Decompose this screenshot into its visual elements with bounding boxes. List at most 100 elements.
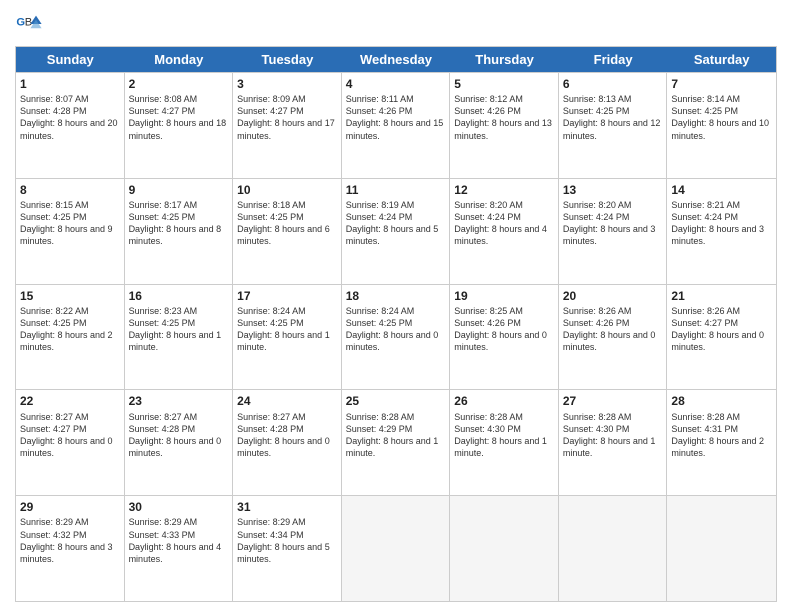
cal-week-1: 1Sunrise: 8:07 AMSunset: 4:28 PMDaylight…	[16, 72, 776, 178]
day-info: Sunrise: 8:22 AMSunset: 4:25 PMDaylight:…	[20, 305, 120, 354]
day-info: Sunrise: 8:28 AMSunset: 4:31 PMDaylight:…	[671, 411, 772, 460]
day-number: 5	[454, 76, 554, 92]
day-info: Sunrise: 8:24 AMSunset: 4:25 PMDaylight:…	[346, 305, 446, 354]
day-number: 20	[563, 288, 663, 304]
day-number: 28	[671, 393, 772, 409]
table-row	[667, 496, 776, 601]
day-info: Sunrise: 8:27 AMSunset: 4:28 PMDaylight:…	[237, 411, 337, 460]
day-number: 9	[129, 182, 229, 198]
day-number: 24	[237, 393, 337, 409]
day-info: Sunrise: 8:15 AMSunset: 4:25 PMDaylight:…	[20, 199, 120, 248]
day-number: 7	[671, 76, 772, 92]
logo: G B	[15, 10, 47, 38]
table-row: 4Sunrise: 8:11 AMSunset: 4:26 PMDaylight…	[342, 73, 451, 178]
table-row: 18Sunrise: 8:24 AMSunset: 4:25 PMDayligh…	[342, 285, 451, 390]
table-row: 27Sunrise: 8:28 AMSunset: 4:30 PMDayligh…	[559, 390, 668, 495]
day-number: 25	[346, 393, 446, 409]
svg-text:G: G	[16, 16, 25, 28]
day-info: Sunrise: 8:18 AMSunset: 4:25 PMDaylight:…	[237, 199, 337, 248]
day-number: 12	[454, 182, 554, 198]
table-row: 7Sunrise: 8:14 AMSunset: 4:25 PMDaylight…	[667, 73, 776, 178]
day-info: Sunrise: 8:26 AMSunset: 4:26 PMDaylight:…	[563, 305, 663, 354]
day-info: Sunrise: 8:12 AMSunset: 4:26 PMDaylight:…	[454, 93, 554, 142]
table-row: 17Sunrise: 8:24 AMSunset: 4:25 PMDayligh…	[233, 285, 342, 390]
day-number: 10	[237, 182, 337, 198]
day-info: Sunrise: 8:08 AMSunset: 4:27 PMDaylight:…	[129, 93, 229, 142]
header-day-monday: Monday	[125, 47, 234, 72]
day-info: Sunrise: 8:13 AMSunset: 4:25 PMDaylight:…	[563, 93, 663, 142]
day-number: 3	[237, 76, 337, 92]
day-info: Sunrise: 8:29 AMSunset: 4:34 PMDaylight:…	[237, 516, 337, 565]
header-day-sunday: Sunday	[16, 47, 125, 72]
day-info: Sunrise: 8:27 AMSunset: 4:28 PMDaylight:…	[129, 411, 229, 460]
table-row	[559, 496, 668, 601]
day-info: Sunrise: 8:14 AMSunset: 4:25 PMDaylight:…	[671, 93, 772, 142]
day-number: 17	[237, 288, 337, 304]
table-row: 5Sunrise: 8:12 AMSunset: 4:26 PMDaylight…	[450, 73, 559, 178]
day-info: Sunrise: 8:19 AMSunset: 4:24 PMDaylight:…	[346, 199, 446, 248]
day-number: 6	[563, 76, 663, 92]
day-info: Sunrise: 8:20 AMSunset: 4:24 PMDaylight:…	[454, 199, 554, 248]
header-day-saturday: Saturday	[667, 47, 776, 72]
table-row: 11Sunrise: 8:19 AMSunset: 4:24 PMDayligh…	[342, 179, 451, 284]
day-number: 14	[671, 182, 772, 198]
calendar-body: 1Sunrise: 8:07 AMSunset: 4:28 PMDaylight…	[16, 72, 776, 601]
table-row: 15Sunrise: 8:22 AMSunset: 4:25 PMDayligh…	[16, 285, 125, 390]
table-row: 29Sunrise: 8:29 AMSunset: 4:32 PMDayligh…	[16, 496, 125, 601]
day-number: 13	[563, 182, 663, 198]
table-row: 12Sunrise: 8:20 AMSunset: 4:24 PMDayligh…	[450, 179, 559, 284]
table-row: 31Sunrise: 8:29 AMSunset: 4:34 PMDayligh…	[233, 496, 342, 601]
table-row: 26Sunrise: 8:28 AMSunset: 4:30 PMDayligh…	[450, 390, 559, 495]
table-row: 8Sunrise: 8:15 AMSunset: 4:25 PMDaylight…	[16, 179, 125, 284]
day-number: 21	[671, 288, 772, 304]
cal-week-2: 8Sunrise: 8:15 AMSunset: 4:25 PMDaylight…	[16, 178, 776, 284]
table-row: 30Sunrise: 8:29 AMSunset: 4:33 PMDayligh…	[125, 496, 234, 601]
day-number: 11	[346, 182, 446, 198]
table-row: 1Sunrise: 8:07 AMSunset: 4:28 PMDaylight…	[16, 73, 125, 178]
day-info: Sunrise: 8:11 AMSunset: 4:26 PMDaylight:…	[346, 93, 446, 142]
day-info: Sunrise: 8:07 AMSunset: 4:28 PMDaylight:…	[20, 93, 120, 142]
day-number: 31	[237, 499, 337, 515]
table-row	[342, 496, 451, 601]
table-row: 28 Sunrise: 8:28 AMSunset: 4:31 PMDayligh…	[667, 390, 776, 495]
table-row: 25 Sunrise: 8:28 AMSunset: 4:29 PMDayligh…	[342, 390, 451, 495]
table-row: 16Sunrise: 8:23 AMSunset: 4:25 PMDayligh…	[125, 285, 234, 390]
day-number: 16	[129, 288, 229, 304]
day-info: Sunrise: 8:29 AMSunset: 4:33 PMDaylight:…	[129, 516, 229, 565]
header-day-tuesday: Tuesday	[233, 47, 342, 72]
day-number: 18	[346, 288, 446, 304]
day-number: 23	[129, 393, 229, 409]
table-row: 14Sunrise: 8:21 AMSunset: 4:24 PMDayligh…	[667, 179, 776, 284]
day-info: Sunrise: 8:28 AMSunset: 4:30 PMDaylight:…	[563, 411, 663, 460]
day-number: 30	[129, 499, 229, 515]
table-row	[450, 496, 559, 601]
table-row: 9Sunrise: 8:17 AMSunset: 4:25 PMDaylight…	[125, 179, 234, 284]
table-row: 6Sunrise: 8:13 AMSunset: 4:25 PMDaylight…	[559, 73, 668, 178]
day-info: Sunrise: 8:20 AMSunset: 4:24 PMDaylight:…	[563, 199, 663, 248]
table-row: 20Sunrise: 8:26 AMSunset: 4:26 PMDayligh…	[559, 285, 668, 390]
day-info: Sunrise: 8:24 AMSunset: 4:25 PMDaylight:…	[237, 305, 337, 354]
logo-icon: G B	[15, 10, 43, 38]
day-number: 4	[346, 76, 446, 92]
table-row: 13Sunrise: 8:20 AMSunset: 4:24 PMDayligh…	[559, 179, 668, 284]
day-info: Sunrise: 8:28 AMSunset: 4:29 PMDaylight:…	[346, 411, 446, 460]
header-day-wednesday: Wednesday	[342, 47, 451, 72]
day-info: Sunrise: 8:09 AMSunset: 4:27 PMDaylight:…	[237, 93, 337, 142]
header-day-thursday: Thursday	[450, 47, 559, 72]
day-number: 1	[20, 76, 120, 92]
day-number: 8	[20, 182, 120, 198]
calendar-header: SundayMondayTuesdayWednesdayThursdayFrid…	[16, 47, 776, 72]
day-info: Sunrise: 8:21 AMSunset: 4:24 PMDaylight:…	[671, 199, 772, 248]
day-info: Sunrise: 8:23 AMSunset: 4:25 PMDaylight:…	[129, 305, 229, 354]
day-number: 15	[20, 288, 120, 304]
day-number: 22	[20, 393, 120, 409]
table-row: 19Sunrise: 8:25 AMSunset: 4:26 PMDayligh…	[450, 285, 559, 390]
day-info: Sunrise: 8:29 AMSunset: 4:32 PMDaylight:…	[20, 516, 120, 565]
table-row: 2Sunrise: 8:08 AMSunset: 4:27 PMDaylight…	[125, 73, 234, 178]
table-row: 3Sunrise: 8:09 AMSunset: 4:27 PMDaylight…	[233, 73, 342, 178]
cal-week-3: 15Sunrise: 8:22 AMSunset: 4:25 PMDayligh…	[16, 284, 776, 390]
day-info: Sunrise: 8:17 AMSunset: 4:25 PMDaylight:…	[129, 199, 229, 248]
table-row: 24 Sunrise: 8:27 AMSunset: 4:28 PMDayligh…	[233, 390, 342, 495]
day-info: Sunrise: 8:27 AMSunset: 4:27 PMDaylight:…	[20, 411, 120, 460]
table-row: 10Sunrise: 8:18 AMSunset: 4:25 PMDayligh…	[233, 179, 342, 284]
